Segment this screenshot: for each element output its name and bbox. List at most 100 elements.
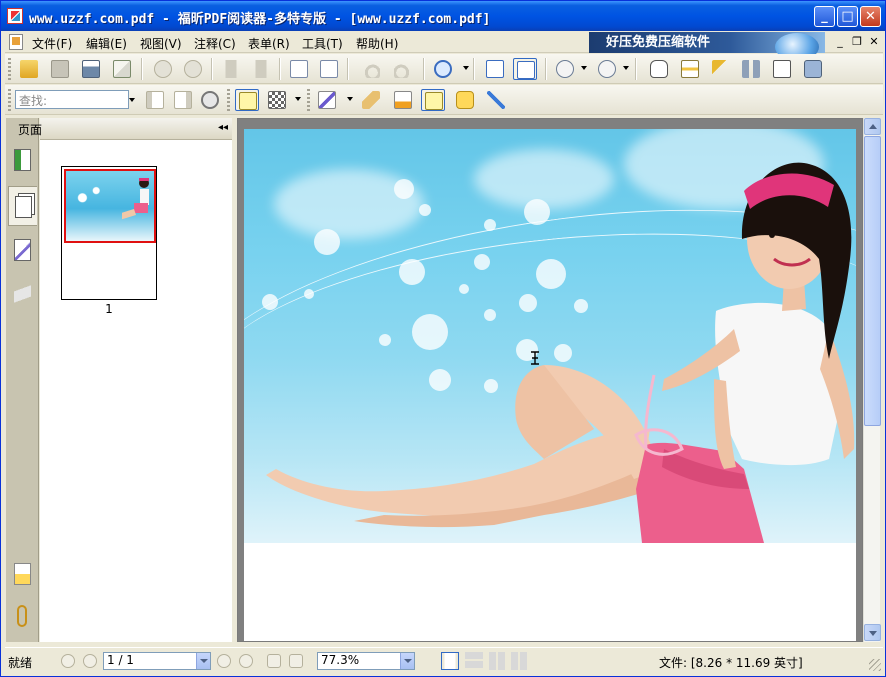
undo-button[interactable] bbox=[359, 58, 383, 80]
page-number-value: 1 / 1 bbox=[107, 653, 134, 667]
typewriter-button[interactable] bbox=[770, 58, 794, 80]
single-page-layout-button[interactable] bbox=[441, 652, 459, 670]
toolbar-grip[interactable] bbox=[8, 58, 11, 80]
vertical-scrollbar[interactable] bbox=[863, 118, 881, 642]
extract-page-button[interactable] bbox=[317, 58, 341, 80]
tab-annotations[interactable] bbox=[8, 230, 37, 270]
close-button[interactable]: ✕ bbox=[860, 6, 881, 27]
scroll-up-button[interactable] bbox=[864, 118, 881, 135]
pencil-button[interactable] bbox=[315, 89, 339, 111]
pdf-page[interactable] bbox=[244, 129, 856, 641]
pencil-dropdown[interactable] bbox=[347, 97, 353, 101]
zoom-level-field[interactable]: 77.3% bbox=[317, 652, 415, 670]
save-button[interactable] bbox=[48, 58, 72, 80]
find-tool-button[interactable] bbox=[739, 58, 763, 80]
continuous-facing-layout-button[interactable] bbox=[511, 652, 529, 670]
scroll-thumb[interactable] bbox=[864, 136, 881, 426]
zoom-in-dropdown[interactable] bbox=[623, 66, 629, 70]
fit-width-button[interactable] bbox=[513, 58, 537, 80]
forward-button[interactable] bbox=[249, 58, 273, 80]
document-view[interactable] bbox=[237, 118, 863, 642]
callout-button[interactable] bbox=[453, 89, 477, 111]
zoom-dropdown-button[interactable] bbox=[400, 653, 414, 669]
search-input[interactable]: 查找: bbox=[15, 90, 129, 109]
select-button[interactable] bbox=[709, 58, 733, 80]
find-next-button[interactable] bbox=[171, 89, 195, 111]
cursor-arrow-icon bbox=[712, 60, 730, 78]
scroll-down-button[interactable] bbox=[864, 624, 881, 641]
insert-page-button[interactable] bbox=[287, 58, 311, 80]
select-text-button[interactable] bbox=[678, 58, 702, 80]
ad-banner[interactable]: 好压免费压缩软件 bbox=[589, 32, 825, 61]
doc-close-button[interactable]: ✕ bbox=[867, 35, 881, 48]
tab-comments[interactable] bbox=[8, 554, 37, 594]
fit-page-button[interactable] bbox=[483, 58, 507, 80]
next-page-button[interactable] bbox=[181, 58, 205, 80]
zoom-out-dropdown[interactable] bbox=[581, 66, 587, 70]
doc-minimize-button[interactable]: _ bbox=[833, 35, 847, 48]
collapse-panel-button[interactable]: ◂◂ bbox=[218, 122, 228, 133]
title-bar[interactable]: www.uzzf.com.pdf - 福昕PDF阅读器-多特专版 - [www.… bbox=[1, 1, 885, 31]
hand-tool-button[interactable] bbox=[647, 58, 671, 80]
toolbar-grip[interactable] bbox=[307, 89, 310, 111]
eraser-button[interactable] bbox=[359, 89, 383, 111]
panel-splitter[interactable] bbox=[232, 118, 236, 642]
email-button[interactable] bbox=[110, 58, 134, 80]
snapshot-button[interactable] bbox=[801, 58, 825, 80]
advanced-search-button[interactable] bbox=[198, 89, 222, 111]
menu-form[interactable]: 表单(R) bbox=[248, 35, 290, 52]
tab-layers[interactable] bbox=[8, 274, 37, 314]
maximize-button[interactable]: □ bbox=[837, 6, 858, 27]
tab-attachments[interactable] bbox=[8, 596, 37, 636]
menu-file[interactable]: 文件(F) bbox=[32, 35, 72, 52]
pattern-button[interactable] bbox=[265, 89, 289, 111]
previous-page-button[interactable] bbox=[83, 654, 97, 668]
page-thumbnail[interactable] bbox=[61, 166, 157, 300]
go-forward-button[interactable] bbox=[289, 654, 303, 668]
document-icon[interactable] bbox=[9, 34, 23, 50]
zoom-in-button[interactable] bbox=[595, 58, 619, 80]
find-prev-button[interactable] bbox=[143, 89, 167, 111]
pattern-dropdown[interactable] bbox=[295, 97, 301, 101]
open-button[interactable] bbox=[17, 58, 41, 80]
highlighter-button[interactable] bbox=[391, 89, 415, 111]
arrow-tool-button[interactable] bbox=[484, 89, 508, 111]
resize-grip[interactable] bbox=[869, 659, 881, 671]
pages-icon bbox=[15, 196, 32, 218]
back-button[interactable] bbox=[219, 58, 243, 80]
highlighter-icon bbox=[394, 91, 412, 109]
toolbar-grip[interactable] bbox=[8, 89, 11, 111]
menu-help[interactable]: 帮助(H) bbox=[356, 35, 398, 52]
go-back-button[interactable] bbox=[267, 654, 281, 668]
zoom-out-button[interactable] bbox=[553, 58, 577, 80]
doc-restore-button[interactable]: ❐ bbox=[850, 35, 864, 48]
continuous-layout-button[interactable] bbox=[465, 652, 483, 670]
menu-comment[interactable]: 注释(C) bbox=[194, 35, 236, 52]
search-dropdown[interactable] bbox=[129, 98, 135, 102]
zoom-in-tool-button[interactable] bbox=[431, 58, 455, 80]
thumbnail-viewport-frame[interactable] bbox=[64, 169, 156, 243]
tab-pages[interactable] bbox=[8, 186, 37, 226]
tab-bookmarks[interactable] bbox=[8, 140, 37, 180]
facing-layout-button[interactable] bbox=[489, 652, 507, 670]
last-page-button[interactable] bbox=[239, 654, 253, 668]
page-dropdown-button[interactable] bbox=[196, 653, 210, 669]
next-page-status-button[interactable] bbox=[217, 654, 231, 668]
zoom-tool-dropdown[interactable] bbox=[463, 66, 469, 70]
menu-tools[interactable]: 工具(T) bbox=[302, 35, 343, 52]
text-tool-icon bbox=[773, 60, 791, 78]
first-page-button[interactable] bbox=[61, 654, 75, 668]
toolbar-grip[interactable] bbox=[227, 89, 230, 111]
minimize-button[interactable]: _ bbox=[814, 6, 835, 27]
app-icon[interactable] bbox=[7, 8, 23, 24]
print-button[interactable] bbox=[79, 58, 103, 80]
redo-button[interactable] bbox=[391, 58, 415, 80]
page-number-field[interactable]: 1 / 1 bbox=[103, 652, 211, 670]
text-box-button[interactable] bbox=[421, 89, 445, 111]
fit-width-icon bbox=[517, 61, 535, 79]
menu-view[interactable]: 视图(V) bbox=[140, 35, 182, 52]
prev-page-button[interactable] bbox=[151, 58, 175, 80]
note-button[interactable] bbox=[235, 89, 259, 111]
menu-edit[interactable]: 编辑(E) bbox=[86, 35, 127, 52]
envelope-icon bbox=[113, 60, 131, 78]
